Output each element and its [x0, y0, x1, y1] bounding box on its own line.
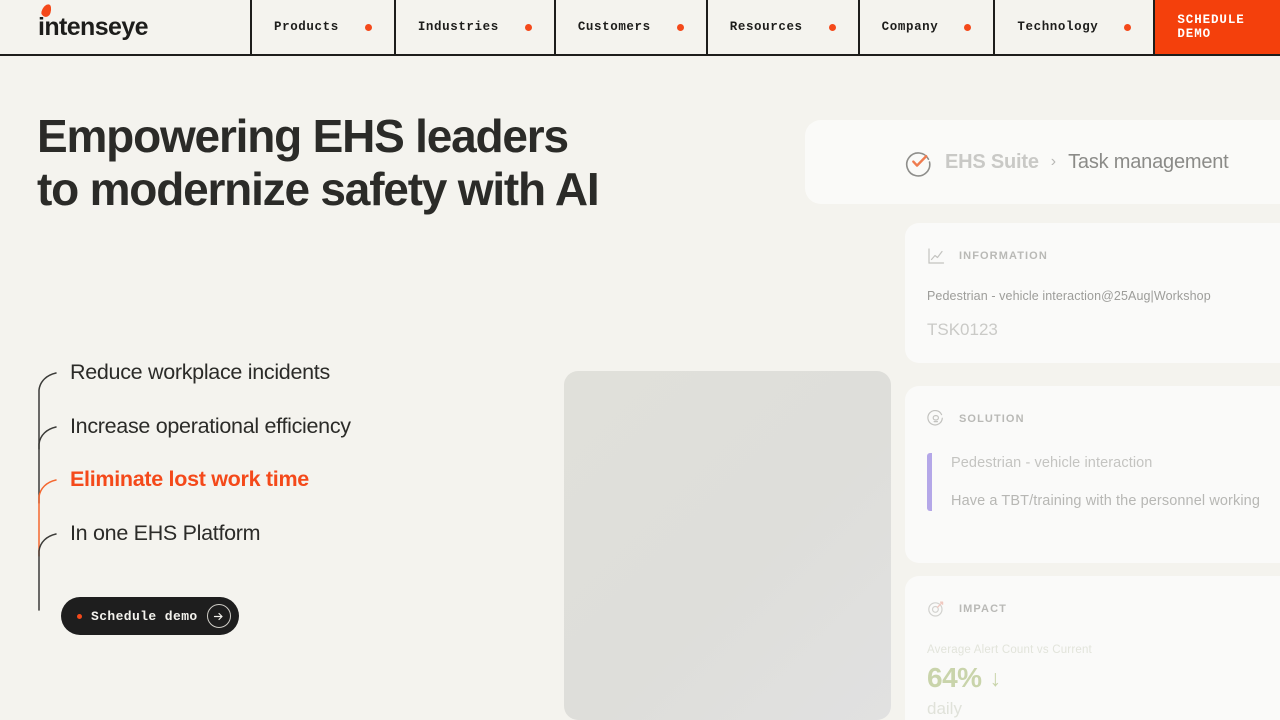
dot-icon: [1124, 23, 1132, 31]
top-navigation-bar: intenseye Products Industries Customers …: [0, 0, 1280, 56]
list-item: Eliminate lost work time: [36, 459, 516, 557]
dot-icon: [524, 23, 532, 31]
impact-card-header: IMPACT: [905, 576, 1280, 618]
brand-name: intenseye: [38, 12, 149, 41]
schedule-demo-nav-label: SCHEDULE DEMO: [1177, 13, 1245, 41]
list-item-label: Increase operational efficiency: [70, 413, 351, 438]
brand-logo[interactable]: intenseye: [0, 0, 252, 54]
breadcrumb-current: Task management: [1068, 150, 1229, 173]
nav-label: Company: [881, 20, 939, 34]
list-item: Reduce workplace incidents: [36, 352, 516, 450]
schedule-demo-nav-button[interactable]: SCHEDULE DEMO: [1155, 0, 1280, 54]
nav-label: Resources: [729, 20, 803, 34]
information-card: INFORMATION Pedestrian - vehicle interac…: [905, 223, 1280, 363]
dot-icon: [676, 23, 684, 31]
impact-value: 64%: [927, 662, 982, 693]
arrow-right-circle-icon: [206, 604, 231, 628]
dot-icon: [364, 23, 372, 31]
nav-label: Industries: [417, 20, 499, 34]
dot-icon: [77, 613, 82, 619]
nav-label: Customers: [577, 20, 651, 34]
breadcrumb: EHS Suite › Task management: [805, 120, 1280, 204]
nav-item-customers[interactable]: Customers: [556, 0, 708, 54]
nav-item-company[interactable]: Company: [860, 0, 996, 54]
impact-card: IMPACT Average Alert Count vs Current 64…: [905, 576, 1280, 720]
page-title: Empowering EHS leaders to modernize safe…: [37, 110, 600, 216]
solution-card-header: SOLUTION: [905, 386, 1280, 428]
line-chart-icon: [927, 247, 945, 265]
schedule-demo-button[interactable]: Schedule demo: [61, 597, 239, 635]
task-description: Pedestrian - vehicle interaction@25Aug|W…: [927, 289, 1211, 303]
section-title: INFORMATION: [959, 250, 1048, 262]
list-item: Increase operational efficiency: [36, 406, 516, 504]
check-circle-icon: [903, 147, 933, 177]
lightbulb-circle-icon: [927, 409, 945, 428]
nav-item-industries[interactable]: Industries: [396, 0, 556, 54]
value-prop-list: Reduce workplace incidents Increase oper…: [36, 352, 516, 611]
section-title: SOLUTION: [959, 413, 1025, 425]
solution-quote-line-2: Have a TBT/training with the personnel w…: [951, 493, 1260, 509]
list-item-label: In one EHS Platform: [70, 520, 261, 545]
nav-item-resources[interactable]: Resources: [708, 0, 860, 54]
page-root: intenseye Products Industries Customers …: [0, 0, 1280, 720]
task-id: TSK0123: [927, 320, 998, 339]
nav-item-products[interactable]: Products: [252, 0, 396, 54]
chevron-right-icon: ›: [1050, 153, 1057, 170]
target-icon: [927, 600, 945, 618]
list-item: In one EHS Platform: [36, 513, 516, 611]
nav-label: Technology: [1017, 20, 1099, 34]
arrow-down-icon: ↓: [989, 664, 1002, 691]
solution-card: SOLUTION Pedestrian - vehicle interactio…: [905, 386, 1280, 563]
information-card-header: INFORMATION: [905, 223, 1280, 265]
breadcrumb-parent[interactable]: EHS Suite: [945, 151, 1039, 174]
impact-caption: Average Alert Count vs Current: [927, 644, 1092, 656]
product-dashboard-mock: EHS Suite › Task management INFORMATION …: [805, 120, 1280, 720]
solution-quote: Pedestrian - vehicle interaction Have a …: [927, 453, 1280, 511]
dot-icon: [828, 23, 836, 31]
impact-unit: daily: [927, 699, 962, 718]
impact-metric: 64% ↓: [905, 656, 1280, 694]
nav-item-technology[interactable]: Technology: [995, 0, 1156, 54]
nav-label: Products: [274, 20, 339, 34]
dot-icon: [964, 23, 972, 31]
list-item-label: Eliminate lost work time: [70, 467, 309, 491]
list-item-label: Reduce workplace incidents: [70, 360, 330, 384]
bracket-mark-icon: [36, 532, 58, 611]
section-title: IMPACT: [959, 603, 1007, 615]
schedule-demo-label: Schedule demo: [91, 608, 198, 624]
solution-quote-line-1: Pedestrian - vehicle interaction: [951, 455, 1153, 471]
